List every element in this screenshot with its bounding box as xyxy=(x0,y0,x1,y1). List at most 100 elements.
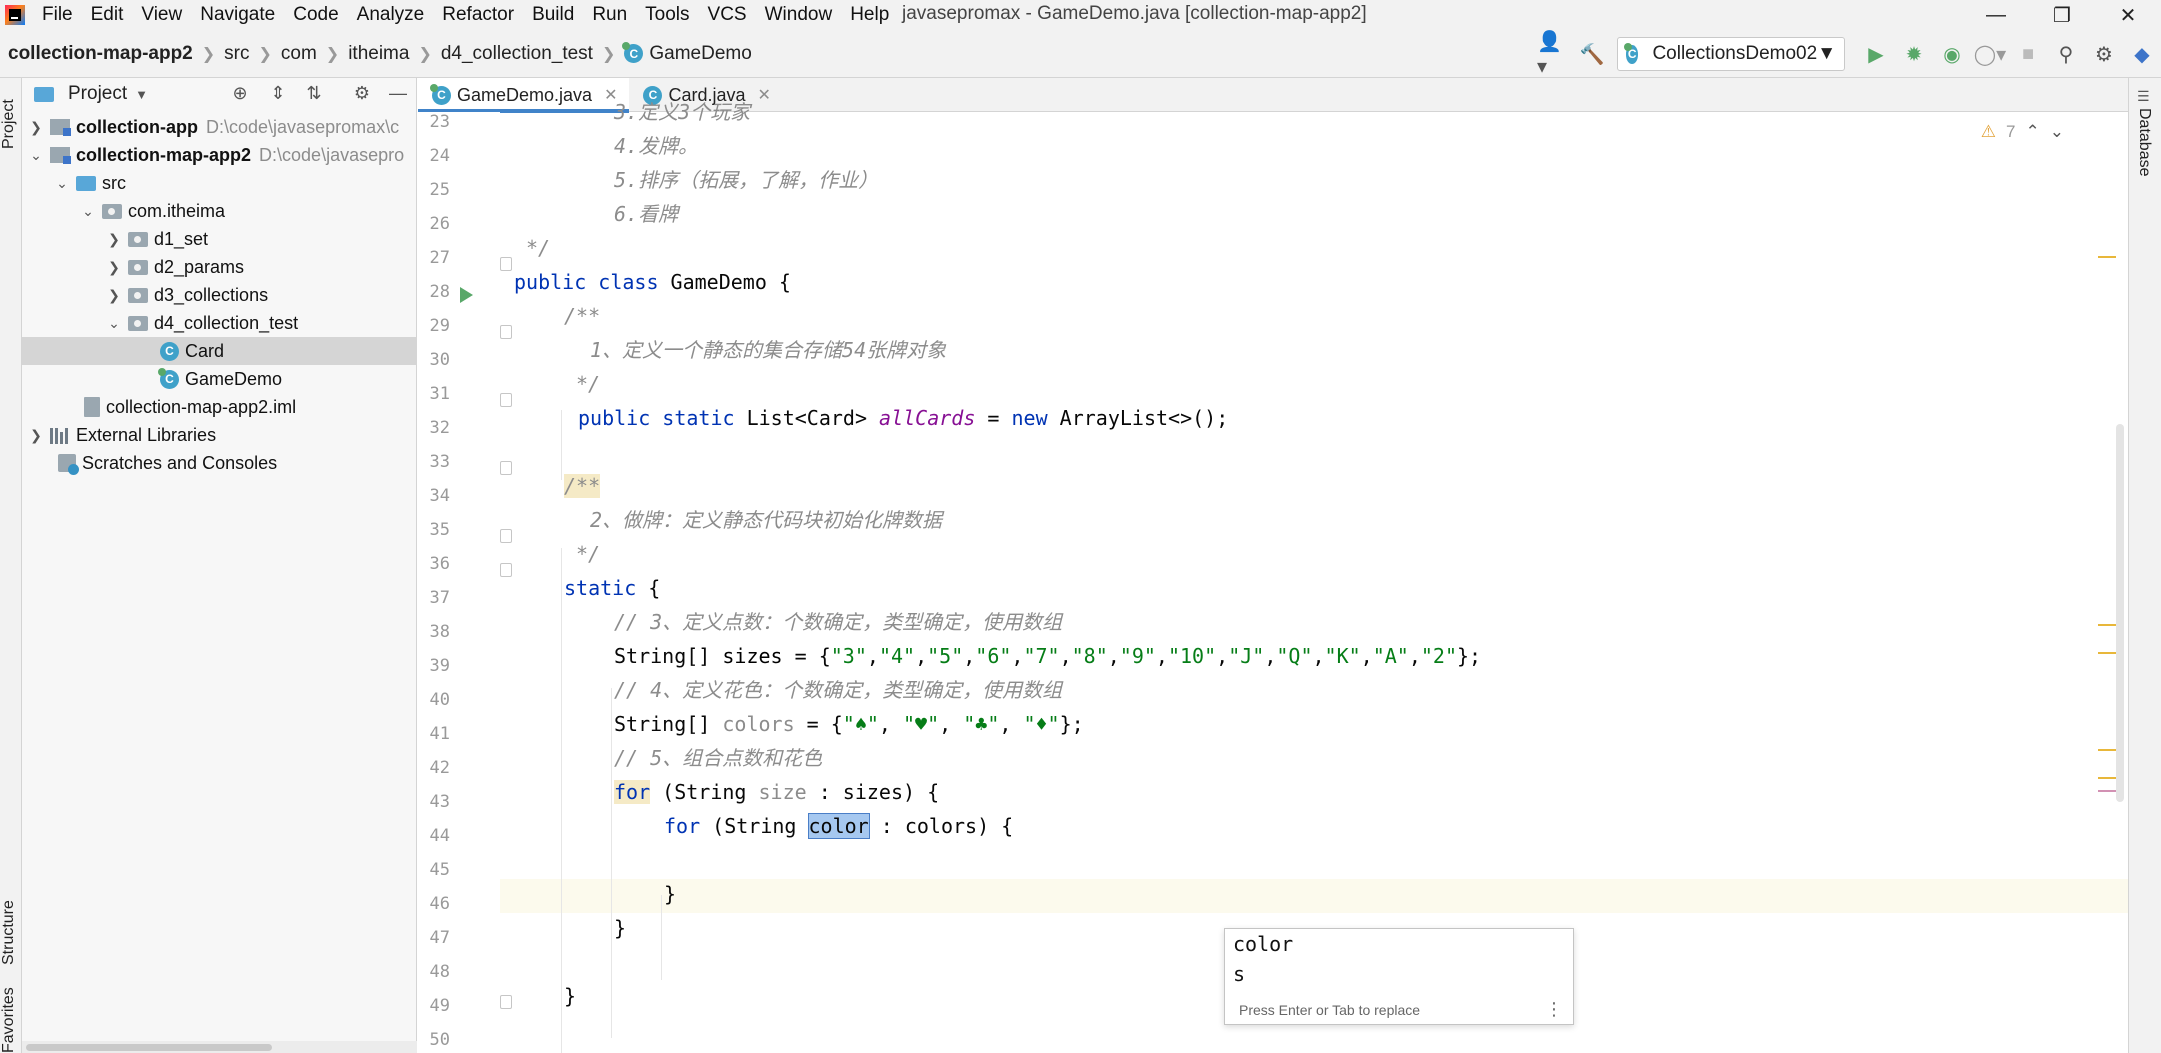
restore-button[interactable]: ❐ xyxy=(2032,0,2092,30)
search-icon[interactable]: ⚲ xyxy=(2049,37,2083,71)
run-icon[interactable]: ▶ xyxy=(1859,37,1893,71)
code-line-35: 2、做牌：定义静态代码块初始化牌数据 xyxy=(590,508,943,532)
chevron-right-icon[interactable]: ❯ xyxy=(106,287,122,304)
tree-item-d2-params[interactable]: ❯ d2_params xyxy=(22,253,417,281)
warning-stripe[interactable] xyxy=(2098,624,2116,626)
tree-item-label: com.itheima xyxy=(128,200,226,221)
more-options-icon[interactable]: ⋮ xyxy=(1545,999,1563,1020)
project-view-select[interactable]: Project xyxy=(68,83,127,105)
chevron-down-icon[interactable]: ⌄ xyxy=(28,147,44,164)
collapse-all-icon[interactable]: ⇅ xyxy=(302,83,326,105)
warning-stripe[interactable] xyxy=(2098,777,2116,779)
tree-item-src[interactable]: ⌄ src xyxy=(22,169,417,197)
project-tool-tab[interactable]: Project xyxy=(0,84,22,164)
editor-scrollbar[interactable] xyxy=(2088,112,2128,1053)
jetbrains-toolbox-icon[interactable]: ◆ xyxy=(2125,37,2159,71)
code-line-40: // 4、定义花色：个数确定，类型确定，使用数组 xyxy=(614,678,1063,702)
tab-gamedemo-java[interactable]: C GameDemo.java ✕ xyxy=(418,78,630,113)
warning-stripe[interactable] xyxy=(2098,256,2116,258)
close-window-button[interactable]: ✕ xyxy=(2098,0,2158,30)
next-highlight-icon[interactable]: ⌄ xyxy=(2050,122,2064,142)
locate-icon[interactable]: ⊕ xyxy=(228,83,252,105)
inspections-widget[interactable]: ⚠ 7 ⌃ ⌄ xyxy=(1981,122,2064,142)
menu-navigate[interactable]: Navigate xyxy=(200,4,275,26)
menu-tools[interactable]: Tools xyxy=(645,4,689,26)
code-area[interactable]: 3.定义3个玩家 4.发牌。 5.排序（拓展，了解，作业） 6.看牌 */ pu… xyxy=(418,100,2118,1053)
chevron-right-icon[interactable]: ❯ xyxy=(106,231,122,248)
menu-run[interactable]: Run xyxy=(592,4,627,26)
expand-all-icon[interactable]: ⇕ xyxy=(266,83,290,105)
menu-edit[interactable]: Edit xyxy=(91,4,124,26)
chevron-right-icon[interactable]: ❯ xyxy=(106,259,122,276)
chevron-right-icon[interactable]: ❯ xyxy=(28,427,44,444)
menu-view[interactable]: View xyxy=(141,4,182,26)
breadcrumb-com[interactable]: com xyxy=(281,43,317,65)
breadcrumb-src[interactable]: src xyxy=(224,43,249,65)
tree-item-external-libraries[interactable]: ❯ External Libraries xyxy=(22,421,417,449)
tree-item-collection-map-app2[interactable]: ⌄ collection-map-app2 D:\code\javasepro xyxy=(22,141,417,169)
menu-vcs[interactable]: VCS xyxy=(708,4,747,26)
completion-popup[interactable]: color s Press Enter or Tab to replace ⋮ xyxy=(1224,928,1574,1025)
intellij-logo-icon xyxy=(2,2,28,28)
database-tool-tab[interactable]: Database xyxy=(2135,108,2153,177)
code-editor[interactable]: C GameDemo.java ✕ C Card.java ✕ 23 24 25… xyxy=(418,78,2128,1053)
favorites-tool-tab[interactable]: Favorites xyxy=(0,987,22,1053)
warning-stripe[interactable] xyxy=(2098,749,2116,751)
package-icon xyxy=(128,287,148,303)
menu-window[interactable]: Window xyxy=(765,4,833,26)
code-line-29: /** xyxy=(564,304,601,328)
breadcrumb-class[interactable]: C GameDemo xyxy=(622,42,752,65)
completion-item-color[interactable]: color xyxy=(1233,929,1293,959)
build-hammer-icon[interactable]: 🔨 xyxy=(1575,37,1609,71)
minimize-button[interactable]: — xyxy=(1966,0,2026,30)
coverage-icon[interactable]: ◉ xyxy=(1935,37,1969,71)
menu-code[interactable]: Code xyxy=(293,4,338,26)
close-icon[interactable]: ✕ xyxy=(758,85,771,105)
run-configuration-select[interactable]: C CollectionsDemo02 ▼ xyxy=(1617,37,1845,71)
stop-icon[interactable]: ■ xyxy=(2011,37,2045,71)
menu-analyze[interactable]: Analyze xyxy=(357,4,425,26)
chevron-down-icon: ▼ xyxy=(1817,43,1836,64)
tree-item-label: Card xyxy=(185,340,225,361)
tree-item-d1-set[interactable]: ❯ d1_set xyxy=(22,225,417,253)
breadcrumb-package[interactable]: d4_collection_test xyxy=(441,43,593,65)
tree-item-d3-collections[interactable]: ❯ d3_collections xyxy=(22,281,417,309)
scrollbar-thumb[interactable] xyxy=(2116,424,2124,802)
error-stripe[interactable] xyxy=(2098,790,2116,792)
profile-icon[interactable]: ◯▾ xyxy=(1973,37,2007,71)
tree-item-com-itheima[interactable]: ⌄ com.itheima xyxy=(22,197,417,225)
completion-item-s[interactable]: s xyxy=(1233,959,1245,989)
chevron-down-icon[interactable]: ⌄ xyxy=(106,315,122,332)
chevron-down-icon[interactable]: ▼ xyxy=(135,87,148,102)
breadcrumb-class-label: GameDemo xyxy=(649,42,752,64)
previous-highlight-icon[interactable]: ⌃ xyxy=(2026,122,2040,142)
breadcrumb-module[interactable]: collection-map-app2 xyxy=(8,43,193,65)
selected-variable[interactable]: color xyxy=(807,813,870,839)
hide-panel-icon[interactable]: — xyxy=(386,83,410,105)
chevron-down-icon[interactable]: ⌄ xyxy=(80,203,96,220)
warning-icon: ⚠ xyxy=(1980,122,1997,141)
class-icon: C xyxy=(622,42,644,63)
menu-file[interactable]: File xyxy=(42,4,73,26)
menu-build[interactable]: Build xyxy=(532,4,574,26)
tree-item-iml-file[interactable]: collection-map-app2.iml xyxy=(22,393,417,421)
tree-item-d4-collection-test[interactable]: ⌄ d4_collection_test xyxy=(22,309,417,337)
user-icon[interactable]: 👤▾ xyxy=(1537,31,1571,78)
gear-icon[interactable]: ⚙ xyxy=(2087,37,2121,71)
tree-item-scratches[interactable]: Scratches and Consoles xyxy=(22,449,417,477)
horizontal-scrollbar[interactable] xyxy=(22,1041,417,1053)
database-icon[interactable]: ☰ xyxy=(2137,88,2150,105)
tree-item-gamedemo[interactable]: C GameDemo xyxy=(22,365,417,393)
menu-refactor[interactable]: Refactor xyxy=(442,4,514,26)
gear-icon[interactable]: ⚙ xyxy=(350,83,374,105)
chevron-right-icon[interactable]: ❯ xyxy=(28,119,44,136)
chevron-down-icon[interactable]: ⌄ xyxy=(54,175,70,192)
structure-tool-tab[interactable]: Structure xyxy=(0,878,22,988)
tree-item-collection-app[interactable]: ❯ collection-app D:\code\javasepromax\c xyxy=(22,113,417,141)
menu-help[interactable]: Help xyxy=(850,4,889,26)
warning-stripe[interactable] xyxy=(2098,652,2116,654)
tree-item-card[interactable]: C Card xyxy=(22,337,417,365)
debug-icon[interactable]: ✹ xyxy=(1897,37,1931,71)
tree-item-label: collection-map-app2.iml xyxy=(106,396,297,417)
breadcrumb-itheima[interactable]: itheima xyxy=(348,43,409,65)
